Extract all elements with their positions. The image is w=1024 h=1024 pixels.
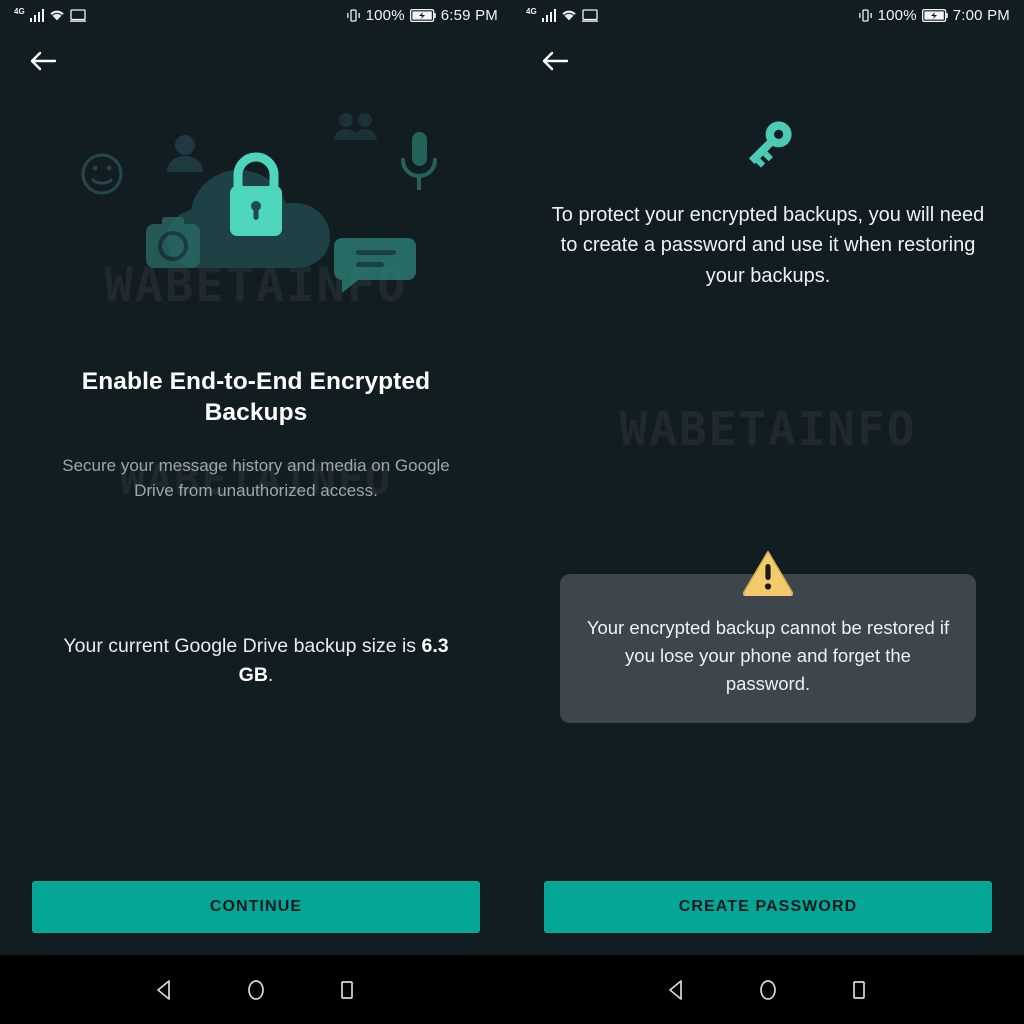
status-bar-left-icons: 4G [14,7,87,22]
nav-group-right [512,955,1024,1024]
emoji-smiley-icon [81,153,123,195]
back-arrow-icon[interactable] [20,38,66,84]
page-title: Enable End-to-End Encrypted Backups [81,368,431,427]
status-bar-right-icons: 100% 6:59 PM [346,7,498,24]
warning-block: Your encrypted backup cannot be restored… [560,548,976,724]
vibrate-mode-icon [858,8,872,22]
body-text: To protect your encrypted backups, you w… [551,204,985,287]
warning-triangle-icon [560,548,976,596]
contact-person-icon [167,135,203,172]
signal-bars-icon [29,8,45,22]
camera-icon [146,217,200,268]
status-bar-right: 4G 100% 7:00 PM [512,0,1024,30]
vibrate-mode-icon [346,8,360,22]
app-bar-right [512,30,1024,92]
key-icon [512,114,1024,176]
panel-create-password: 4G 100% 7:00 PM WABETAINFO To protect yo… [512,0,1024,955]
battery-percent-label: 100% [877,6,917,24]
signal-bars-icon [541,8,557,22]
battery-percent-label: 100% [365,6,405,24]
encrypted-cloud-backup-illustration [0,98,512,348]
network-type-label: 4G [526,7,537,16]
page-subtitle: Secure your message history and media on… [62,455,450,500]
clock-label: 7:00 PM [952,6,1010,24]
nav-recents-square-icon[interactable] [325,968,369,1012]
wifi-icon [561,9,577,21]
panel-enable-backups: 4G 100% 6:59 PM WABETAINFO WABETAINFO En… [0,0,512,955]
nav-home-circle-icon[interactable] [234,968,278,1012]
backup-size-suffix: . [267,663,274,686]
nav-group-left [0,955,512,1024]
panel-container: 4G 100% 6:59 PM WABETAINFO WABETAINFO En… [0,0,1024,955]
status-bar-left: 4G 100% 6:59 PM [0,0,512,30]
microphone-icon [401,132,437,190]
warning-message: Your encrypted backup cannot be restored… [560,574,976,724]
create-password-button[interactable]: CREATE PASSWORD [544,881,992,933]
padlock-icon [230,152,282,236]
nav-back-triangle-icon[interactable] [655,968,699,1012]
screenshot-root: 4G 100% 6:59 PM WABETAINFO WABETAINFO En… [0,0,1024,1024]
back-arrow-icon[interactable] [532,38,578,84]
battery-full-charging-icon [409,8,436,22]
network-type-label: 4G [14,7,25,16]
status-bar-right-left-icons: 4G [526,7,599,22]
nav-back-triangle-icon[interactable] [143,968,187,1012]
watermark-right: WABETAINFO [619,402,917,456]
backup-size-prefix: Your current Google Drive backup size is [63,635,422,657]
group-people-icon [334,113,377,140]
chat-bubble-icon [334,238,416,293]
backup-size-text: Your current Google Drive backup size is… [52,632,460,690]
cast-screen-icon [70,9,87,22]
continue-button[interactable]: CONTINUE [32,881,480,933]
nav-home-circle-icon[interactable] [746,968,790,1012]
clock-label: 6:59 PM [440,6,498,24]
nav-recents-square-icon[interactable] [837,968,881,1012]
cast-screen-icon [582,9,599,22]
battery-full-charging-icon [921,8,948,22]
app-bar-left [0,30,512,92]
android-navigation-bar [0,955,1024,1024]
status-bar-right-right-icons: 100% 7:00 PM [858,7,1010,24]
wifi-icon [49,9,65,21]
